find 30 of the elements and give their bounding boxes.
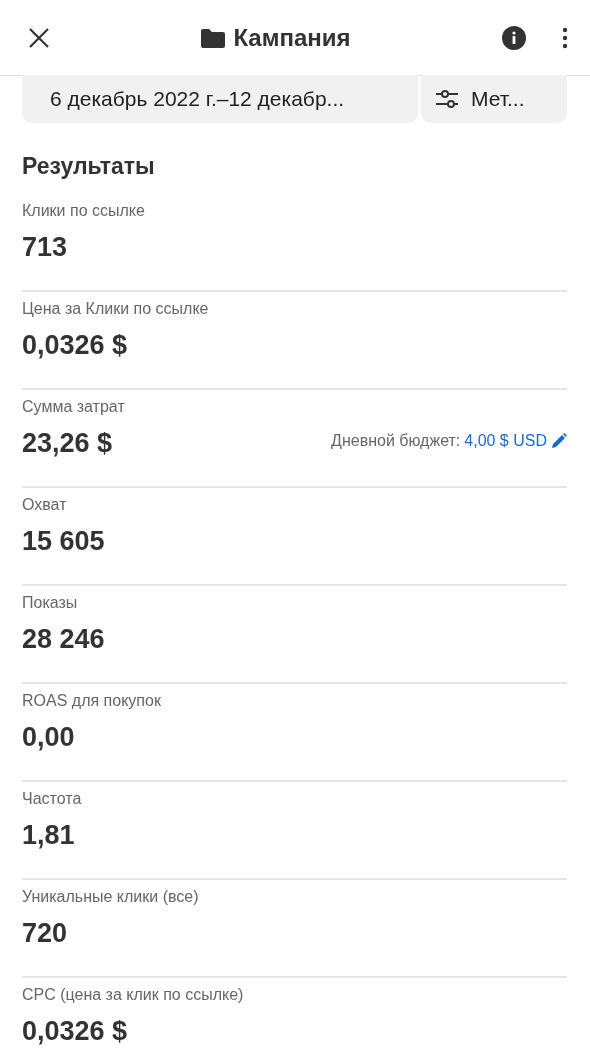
metric-value: 1,81 [22,818,75,852]
metric-label: Сумма затрат [22,396,126,417]
edit-icon[interactable] [551,432,567,449]
metric-value: 23,26 $ [22,426,113,460]
metric-label: Цена за Клики по ссылке [22,298,210,319]
metric-label: Показы [22,592,79,613]
metric-value: 713 [22,230,68,264]
page-title: Кампания [233,22,351,53]
folder-icon [201,27,226,48]
section-heading: Результаты [22,152,156,181]
metric-label: Клики по ссылке [22,200,146,221]
metric-label: Частота [22,788,83,809]
more-options-button[interactable] [562,26,568,49]
close-button[interactable] [28,26,50,49]
sliders-icon [435,89,459,109]
budget-label: Дневной бюджет: [331,430,461,451]
metrics-button[interactable]: Мет... [421,75,567,123]
metric-label: CPC (цена за клик по ссылке) [22,984,245,1005]
metric-value: 0,0326 $ [22,328,128,362]
metric-value: 15 605 [22,524,105,558]
metric-value: 28 246 [22,622,105,656]
metric-value: 0,00 [22,720,75,754]
info-button[interactable] [502,25,526,50]
date-range-button[interactable]: 6 декабрь 2022 г.–12 декабр... [22,75,418,123]
metric-value: 0,0326 $ [22,1014,128,1048]
metric-label: Уникальные клики (все) [22,886,200,907]
metric-value: 720 [22,916,68,950]
budget-link[interactable]: 4,00 $ USD [464,428,547,453]
metric-label: Охват [22,494,68,515]
metric-label: ROAS для покупок [22,690,162,711]
